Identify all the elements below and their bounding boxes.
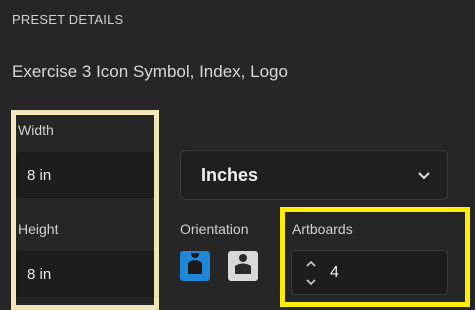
height-label: Height: [18, 221, 59, 237]
height-input[interactable]: 8 in: [16, 251, 154, 297]
chevron-down-icon: [417, 165, 431, 186]
width-label: Width: [18, 122, 54, 138]
height-value: 8 in: [27, 265, 52, 283]
chevron-down-icon[interactable]: [305, 273, 317, 291]
section-title: PRESET DETAILS: [12, 12, 124, 27]
artboards-stepper[interactable]: 4: [291, 250, 448, 295]
landscape-icon: [231, 253, 255, 279]
portrait-orientation-button[interactable]: [180, 251, 210, 281]
chevron-up-icon[interactable]: [305, 255, 317, 273]
portrait-icon: [186, 253, 204, 279]
artboards-value: 4: [330, 263, 339, 281]
units-selected: Inches: [201, 164, 259, 185]
artboards-label: Artboards: [292, 221, 353, 237]
orientation-label: Orientation: [180, 221, 249, 237]
width-value: 8 in: [27, 166, 52, 184]
stepper-arrows[interactable]: [298, 255, 324, 291]
units-dropdown[interactable]: Inches: [180, 150, 448, 200]
landscape-orientation-button[interactable]: [228, 251, 258, 281]
preset-name[interactable]: Exercise 3 Icon Symbol, Index, Logo: [12, 62, 288, 82]
width-input[interactable]: 8 in: [16, 152, 154, 198]
